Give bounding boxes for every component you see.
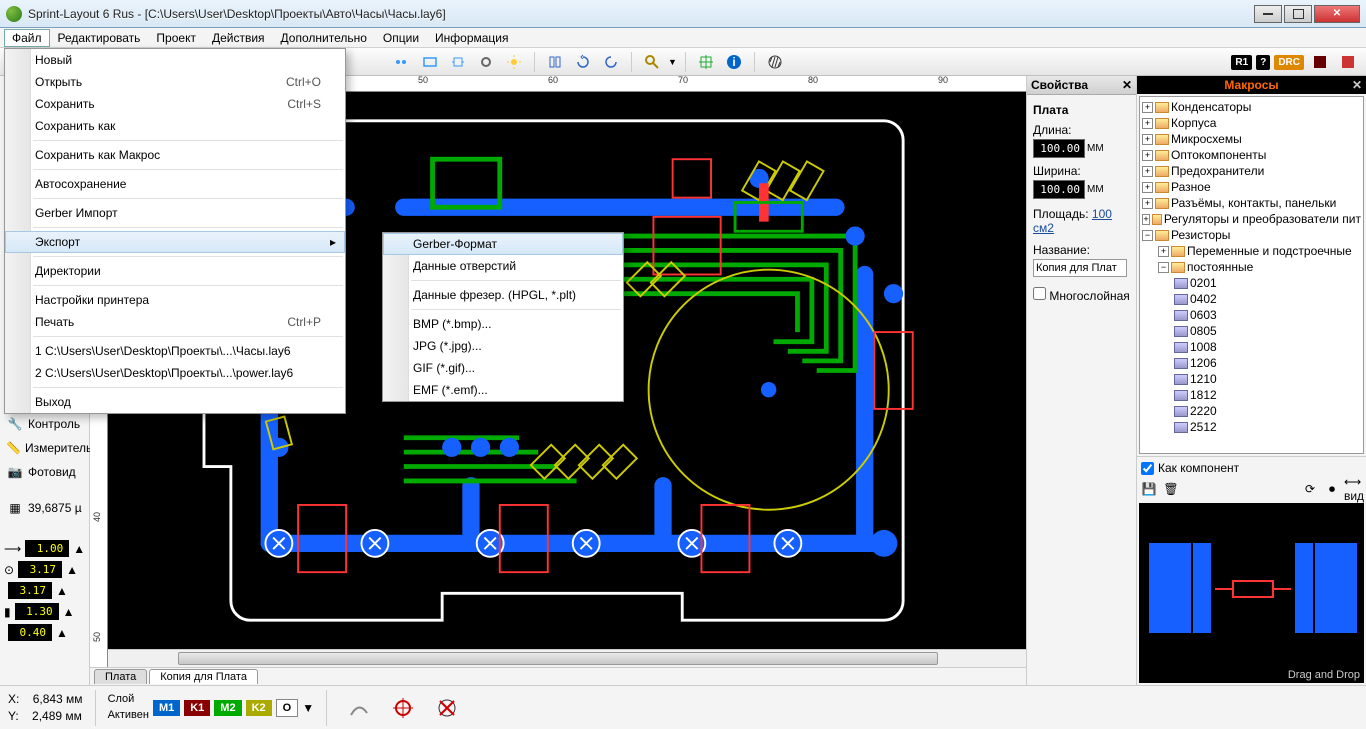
tool-meter[interactable]: 📏Измеритель xyxy=(4,438,85,458)
zoom-icon[interactable] xyxy=(640,51,664,73)
app-icon xyxy=(6,6,22,22)
macros-tree[interactable]: +Конденсаторы +Корпуса +Микросхемы +Опто… xyxy=(1139,96,1364,454)
hatch-icon[interactable] xyxy=(763,51,787,73)
badge-drc[interactable]: DRC xyxy=(1274,55,1304,70)
delete-icon[interactable]: 🗑 xyxy=(1163,481,1179,497)
meas-5[interactable]: 0.40▲ xyxy=(4,624,85,641)
export-drill[interactable]: Данные отверстий xyxy=(383,255,623,277)
meas-3[interactable]: 3.17▲ xyxy=(4,582,85,599)
menu-extra[interactable]: Дополнительно xyxy=(273,29,375,47)
tool-control[interactable]: 🔧Контроль xyxy=(4,414,85,434)
badge-extra2[interactable] xyxy=(1336,51,1360,73)
title-bar: Sprint-Layout 6 Rus - [C:\Users\User\Des… xyxy=(0,0,1366,28)
info-icon[interactable]: i xyxy=(722,51,746,73)
badge-extra1[interactable] xyxy=(1308,51,1332,73)
tb-btn-gear[interactable] xyxy=(474,51,498,73)
file-menu: Новый ОткрытьCtrl+O СохранитьCtrl+S Сохр… xyxy=(4,48,346,414)
width-input[interactable] xyxy=(1033,180,1085,199)
as-component-checkbox[interactable] xyxy=(1141,462,1154,475)
file-exit[interactable]: Выход xyxy=(5,391,345,413)
horizontal-scrollbar[interactable] xyxy=(108,649,1026,667)
tb-btn-3[interactable] xyxy=(446,51,470,73)
file-save-macro[interactable]: Сохранить как Макрос xyxy=(5,144,345,166)
tb-btn-rotate[interactable] xyxy=(571,51,595,73)
menu-options[interactable]: Опции xyxy=(375,29,427,47)
file-autosave[interactable]: Автосохранение xyxy=(5,173,345,195)
tb-btn-2[interactable] xyxy=(418,51,442,73)
record-icon[interactable]: ⏺ xyxy=(1324,481,1340,497)
close-button[interactable] xyxy=(1314,5,1360,23)
file-recent-2[interactable]: 2 C:\Users\User\Desktop\Проекты\...\powe… xyxy=(5,362,345,384)
status-bar: X: 6,843 мм Y: 2,489 мм Слой Активен M1 … xyxy=(0,685,1366,729)
file-print[interactable]: ПечатьCtrl+P xyxy=(5,311,345,333)
badge-help[interactable]: ? xyxy=(1256,55,1270,70)
file-open[interactable]: ОткрытьCtrl+O xyxy=(5,71,345,93)
menu-project[interactable]: Проект xyxy=(148,29,204,47)
save-icon[interactable]: 💾 xyxy=(1141,481,1157,497)
export-submenu: Gerber-Формат Данные отверстий Данные фр… xyxy=(382,232,624,402)
right-toolbar: R1 ? DRC xyxy=(1231,48,1360,76)
export-gif[interactable]: GIF (*.gif)... xyxy=(383,357,623,379)
sb-tool-cross[interactable] xyxy=(435,696,459,720)
menu-file[interactable]: Файл xyxy=(4,29,50,47)
menu-info[interactable]: Информация xyxy=(427,29,516,47)
length-input[interactable] xyxy=(1033,139,1085,158)
export-gerber[interactable]: Gerber-Формат xyxy=(383,233,623,255)
badge-r1[interactable]: R1 xyxy=(1231,55,1252,70)
menu-bar: Файл Редактировать Проект Действия Допол… xyxy=(0,28,1366,48)
window-title: Sprint-Layout 6 Rus - [C:\Users\User\Des… xyxy=(28,7,1254,21)
properties-panel: Свойства✕ Плата Длина: MM Ширина: MM Пло… xyxy=(1026,76,1136,685)
export-emf[interactable]: EMF (*.emf)... xyxy=(383,379,623,401)
tool-photo[interactable]: 📷Фотовид xyxy=(4,462,85,482)
meas-4[interactable]: ▮1.30▲ xyxy=(4,603,85,620)
macros-close-icon[interactable]: ✕ xyxy=(1352,78,1362,92)
menu-edit[interactable]: Редактировать xyxy=(50,29,149,47)
file-gerber-import[interactable]: Gerber Импорт xyxy=(5,202,345,224)
tab-board-copy[interactable]: Копия для Плата xyxy=(149,669,258,684)
properties-title: Свойства xyxy=(1031,78,1088,92)
file-export[interactable]: Экспорт▸ xyxy=(5,231,345,253)
board-name-input[interactable] xyxy=(1033,259,1127,277)
tab-board[interactable]: Плата xyxy=(94,669,147,684)
dimension-icon[interactable]: ⟷ вид xyxy=(1346,481,1362,497)
macro-preview: Drag and Drop xyxy=(1139,503,1364,683)
svg-text:i: i xyxy=(732,55,735,69)
tool-grid[interactable]: ▦39,6875 µ xyxy=(4,498,85,518)
tb-btn-rotate2[interactable] xyxy=(599,51,623,73)
file-printer[interactable]: Настройки принтера xyxy=(5,289,345,311)
tb-btn-1[interactable] xyxy=(390,51,414,73)
macros-panel: Макросы ✕ +Конденсаторы +Корпуса +Микросх… xyxy=(1136,76,1366,685)
menu-actions[interactable]: Действия xyxy=(204,29,273,47)
file-recent-1[interactable]: 1 C:\Users\User\Desktop\Проекты\...\Часы… xyxy=(5,340,345,362)
minimize-button[interactable] xyxy=(1254,5,1282,23)
cursor-coords: X: 6,843 мм Y: 2,489 мм xyxy=(8,691,83,725)
layer-selector[interactable]: Слой Активен M1 K1 M2 K2 O ▼ xyxy=(108,692,315,723)
tb-btn-sun[interactable] xyxy=(502,51,526,73)
sb-tool-1[interactable] xyxy=(347,696,371,720)
export-jpg[interactable]: JPG (*.jpg)... xyxy=(383,335,623,357)
meas-1[interactable]: ⟶1.00▲ xyxy=(4,540,85,557)
export-hpgl[interactable]: Данные фрезер. (HPGL, *.plt) xyxy=(383,284,623,306)
board-tabs: Плата Копия для Плата xyxy=(90,667,1026,685)
refresh-icon[interactable]: ⟳ xyxy=(1302,481,1318,497)
export-bmp[interactable]: BMP (*.bmp)... xyxy=(383,313,623,335)
meas-2[interactable]: ⊙3.17▲ xyxy=(4,561,85,578)
snap-icon[interactable] xyxy=(694,51,718,73)
sb-tool-target[interactable] xyxy=(391,696,415,720)
file-save-as[interactable]: Сохранить как xyxy=(5,115,345,137)
file-save[interactable]: СохранитьCtrl+S xyxy=(5,93,345,115)
tb-btn-mirror[interactable] xyxy=(543,51,567,73)
macros-title: Макросы xyxy=(1224,78,1278,92)
maximize-button[interactable] xyxy=(1284,5,1312,23)
file-directories[interactable]: Директории xyxy=(5,260,345,282)
properties-close-icon[interactable]: ✕ xyxy=(1122,78,1132,92)
file-new[interactable]: Новый xyxy=(5,49,345,71)
board-label: Плата xyxy=(1033,103,1130,117)
multilayer-checkbox[interactable] xyxy=(1033,287,1046,300)
